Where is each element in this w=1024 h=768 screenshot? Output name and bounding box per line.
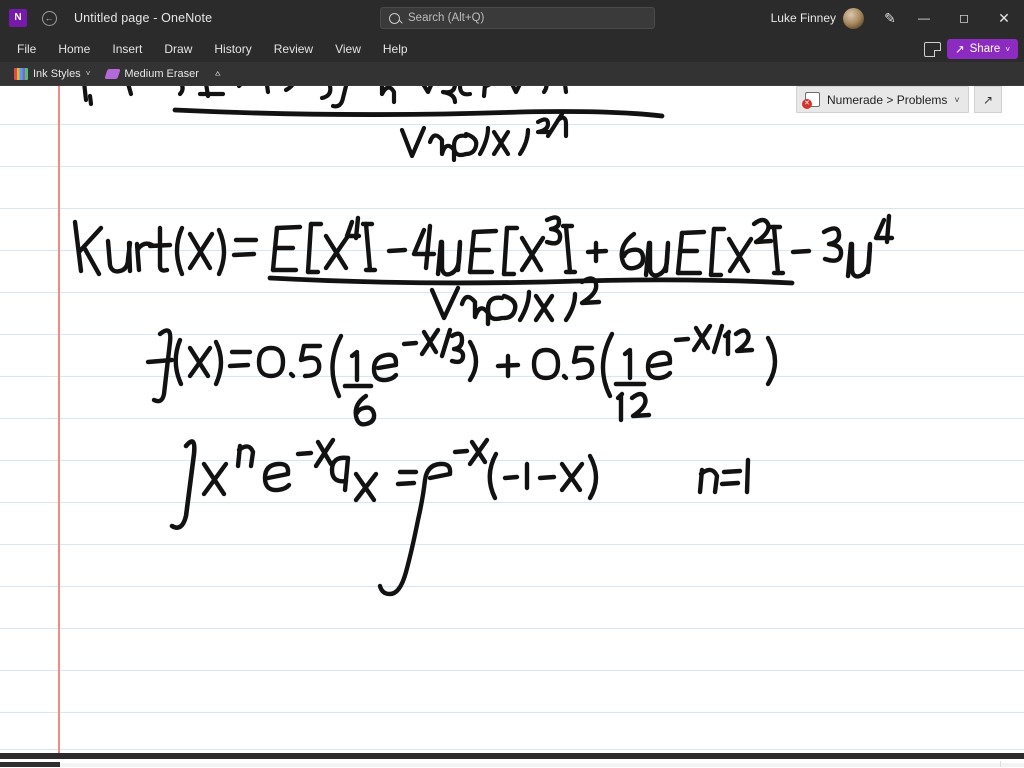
note-page-canvas[interactable]: Numerade > Problems ˅ ↗ [0,86,1024,753]
eraser-icon [104,68,121,79]
onenote-window: N ← Untitled page - OneNote Search (Alt+… [0,0,1024,768]
notebook-breadcrumb[interactable]: Numerade > Problems ˅ [796,86,969,113]
ribbon-tab-bar: File Home Insert Draw History Review Vie… [0,36,1024,62]
ribbon-right-cluster: ↗ Share ˅ [924,36,1018,62]
share-button[interactable]: ↗ Share ˅ [947,39,1018,59]
search-placeholder: Search (Alt+Q) [408,12,485,24]
share-label: Share [969,43,1001,55]
ink-styles-icon [14,67,28,80]
notebook-error-icon [802,92,820,109]
tab-view[interactable]: View [324,36,372,62]
expand-navigation-button[interactable]: ↗ [974,86,1002,113]
tab-draw[interactable]: Draw [153,36,203,62]
app-icon-letter: N [14,12,22,23]
onenote-app-icon: N [9,9,27,27]
back-arrow-icon: ← [41,10,57,26]
expand-arrow-icon: ↗ [982,92,994,107]
breadcrumb: Numerade > Problems [827,92,948,107]
scroll-end-marker [1000,761,1001,767]
margin-line [58,86,60,753]
overflow-caret-icon: ⩟ [214,68,221,78]
sticky-note-icon[interactable] [924,41,941,57]
medium-eraser-button[interactable]: Medium Eraser [98,62,207,86]
search-icon [389,12,400,24]
eraser-options-button[interactable]: ⩟ [207,62,228,86]
title-bar: N ← Untitled page - OneNote Search (Alt+… [0,0,1024,36]
tab-insert[interactable]: Insert [101,36,153,62]
chevron-down-icon: ˅ [85,69,91,78]
search-input[interactable]: Search (Alt+Q) [380,7,655,29]
medium-eraser-label: Medium Eraser [124,67,199,80]
avatar[interactable] [843,7,864,29]
ink-styles-label: Ink Styles [33,67,81,80]
horizontal-scrollbar[interactable] [0,759,1024,768]
tab-file[interactable]: File [6,36,47,62]
ruled-lines [0,86,1024,753]
tab-help[interactable]: Help [372,36,419,62]
chevron-down-icon: ˅ [1005,44,1010,54]
minimize-button[interactable]: — [904,0,944,36]
titlebar-right-cluster: Luke Finney ✎ — ◻ ✕ [771,0,1024,36]
back-button[interactable]: ← [36,5,62,31]
pen-icon[interactable]: ✎ [876,3,904,33]
ink-styles-button[interactable]: Ink Styles ˅ [6,62,98,86]
share-icon: ↗ [955,44,965,56]
tab-review[interactable]: Review [263,36,324,62]
ink-toolbar: Ink Styles ˅ Medium Eraser ⩟ [0,62,1024,86]
chevron-down-icon[interactable]: ˅ [954,95,959,105]
account-name[interactable]: Luke Finney [771,11,836,25]
tab-history[interactable]: History [203,36,262,62]
maximize-button[interactable]: ◻ [944,0,984,36]
window-title: Untitled page - OneNote [74,11,213,25]
horizontal-scroll-track[interactable] [0,763,1024,767]
tab-home[interactable]: Home [47,36,101,62]
close-button[interactable]: ✕ [984,0,1024,36]
horizontal-scroll-thumb[interactable] [0,762,60,767]
